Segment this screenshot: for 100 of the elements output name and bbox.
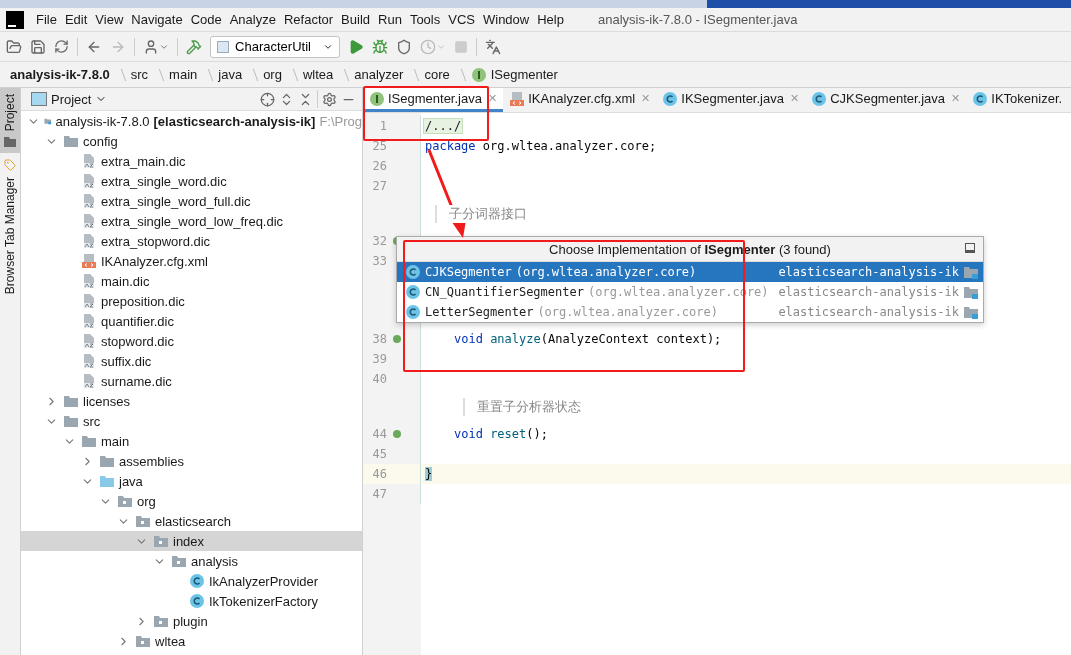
tree-item[interactable]: extra_main.dic — [21, 151, 362, 171]
tree-item[interactable]: suffix.dic — [21, 351, 362, 371]
file-icon — [81, 233, 97, 249]
menu-item[interactable]: Help — [533, 12, 568, 27]
interface-icon — [369, 90, 385, 107]
breadcrumb-item[interactable]: src — [130, 67, 149, 82]
tree-item-label: main — [101, 433, 130, 449]
translate-icon[interactable] — [485, 38, 501, 55]
module-icon — [963, 264, 979, 280]
panel-title[interactable]: Project — [51, 91, 92, 107]
tree-item[interactable]: extra_stopword.dic — [21, 231, 362, 251]
tree-item[interactable]: assemblies — [21, 451, 362, 471]
code-line: void reset(); — [453, 427, 548, 441]
implementation-item[interactable]: LetterSegmenter (org.wltea.analyzer.core) elasticsearch-analysis-ik — [397, 302, 983, 322]
breadcrumb-item[interactable]: analyzer — [354, 67, 404, 82]
implementation-item[interactable]: CJKSegmenter (org.wltea.analyzer.core) elasticsearch-analysis-ik — [397, 262, 983, 282]
menu-item[interactable]: View — [91, 12, 128, 27]
tree-item[interactable]: IkAnalyzerProvider — [21, 571, 362, 591]
line-number: 32 — [371, 234, 387, 248]
file-icon — [81, 153, 97, 169]
editor-tab[interactable]: ISegmenter.java ✕ — [363, 88, 504, 112]
tree-item-label: plugin — [173, 613, 208, 629]
folder-icon — [81, 433, 97, 449]
save-icon[interactable] — [30, 38, 46, 55]
tree-item[interactable]: analysis — [21, 551, 362, 571]
tree-item[interactable]: extra_single_word_low_freq.dic — [21, 211, 362, 231]
tree-item[interactable]: IkTokenizerFactory — [21, 591, 362, 611]
tree-item[interactable]: surname.dic — [21, 371, 362, 391]
breadcrumb-item[interactable]: org — [263, 67, 282, 82]
breadcrumb-item[interactable]: wltea — [302, 67, 334, 82]
sync-icon[interactable] — [54, 39, 69, 54]
tree-item-label: analysis-ik-7.8.0 — [55, 113, 150, 129]
line-number: 46 — [371, 467, 387, 481]
tree-item[interactable]: index — [21, 531, 362, 551]
tree-item-label: index — [173, 533, 205, 549]
class-icon — [189, 593, 205, 609]
tree-item[interactable]: main — [21, 431, 362, 451]
tree-item-label: quantifier.dic — [101, 313, 174, 329]
menu-item[interactable]: Code — [186, 12, 226, 27]
tree-item-label: extra_single_word_low_freq.dic — [101, 213, 284, 229]
shield-icon[interactable] — [396, 38, 412, 55]
menu-item[interactable]: Refactor — [279, 12, 338, 27]
tree-item[interactable]: config — [21, 131, 362, 151]
file-icon — [81, 193, 97, 209]
tree-item[interactable]: preposition.dic — [21, 291, 362, 311]
interface-icon — [470, 66, 487, 83]
class-icon — [189, 573, 205, 589]
file-icon — [81, 273, 97, 289]
implemented-marker-icon[interactable] — [393, 335, 401, 343]
tree-item[interactable]: wltea — [21, 631, 362, 651]
menu-item[interactable]: File — [32, 12, 61, 27]
tree-item-label: java — [119, 473, 143, 489]
menu-item[interactable]: Navigate — [127, 12, 187, 27]
menu-item[interactable]: Analyze — [225, 12, 280, 27]
user-icon[interactable] — [143, 38, 169, 55]
package-icon — [171, 553, 187, 569]
run-configuration-dropdown[interactable]: CharacterUtil — [210, 35, 340, 58]
tree-item[interactable]: extra_single_word_full.dic — [21, 191, 362, 211]
breadcrumb-item[interactable]: java — [218, 67, 243, 82]
tree-item[interactable]: src — [21, 411, 362, 431]
side-tab[interactable]: Project — [0, 88, 20, 154]
folder-icon — [63, 413, 79, 429]
breadcrumb-item[interactable]: analysis-ik-7.8.0 — [10, 67, 110, 82]
tree-item[interactable]: quantifier.dic — [21, 311, 362, 331]
side-tab[interactable]: Browser Tab Manager — [0, 153, 20, 301]
menu-item[interactable]: Tools — [405, 12, 445, 27]
run-icon[interactable] — [348, 38, 364, 55]
locate-icon[interactable] — [260, 91, 275, 107]
breadcrumb-item[interactable]: core — [424, 67, 450, 82]
folder-icon — [63, 393, 79, 409]
open-folder-icon[interactable] — [6, 38, 22, 55]
tree-item[interactable]: plugin — [21, 611, 362, 631]
menu-item[interactable]: Window — [478, 12, 534, 27]
tree-item[interactable]: extra_single_word.dic — [21, 171, 362, 191]
tree-item[interactable]: org — [21, 491, 362, 511]
menu-item[interactable]: Build — [337, 12, 374, 27]
tree-item[interactable]: main.dic — [21, 271, 362, 291]
bug-icon[interactable] — [372, 38, 388, 55]
line-number: 39 — [371, 352, 387, 366]
menu-item[interactable]: Edit — [60, 12, 92, 27]
tree-item[interactable]: IKAnalyzer.cfg.xml — [21, 251, 362, 271]
class-icon — [972, 90, 989, 107]
breadcrumb-item[interactable]: ISegmenter — [490, 67, 558, 82]
folded-code[interactable]: /.../ — [423, 118, 464, 134]
tree-item[interactable]: stopword.dic — [21, 331, 362, 351]
settings-icon[interactable] — [322, 91, 337, 107]
tree-item[interactable]: licenses — [21, 391, 362, 411]
tree-item[interactable]: java — [21, 471, 362, 491]
tree-item[interactable]: elasticsearch — [21, 511, 362, 531]
class-icon — [405, 264, 421, 280]
tree-item-label: suffix.dic — [101, 353, 152, 369]
implemented-marker-icon[interactable] — [393, 430, 401, 438]
tree-item-label: main.dic — [101, 273, 150, 289]
hammer-icon[interactable] — [186, 38, 202, 55]
line-number: 1 — [378, 119, 387, 133]
menu-item[interactable]: Run — [374, 12, 406, 27]
tree-item[interactable]: analysis-ik-7.8.0 [elasticsearch-analysis-ik] F:\Prog — [21, 111, 362, 131]
menu-item[interactable]: VCS — [444, 12, 479, 27]
breadcrumb-item[interactable]: main — [169, 67, 198, 82]
pin-icon[interactable] — [965, 243, 975, 253]
